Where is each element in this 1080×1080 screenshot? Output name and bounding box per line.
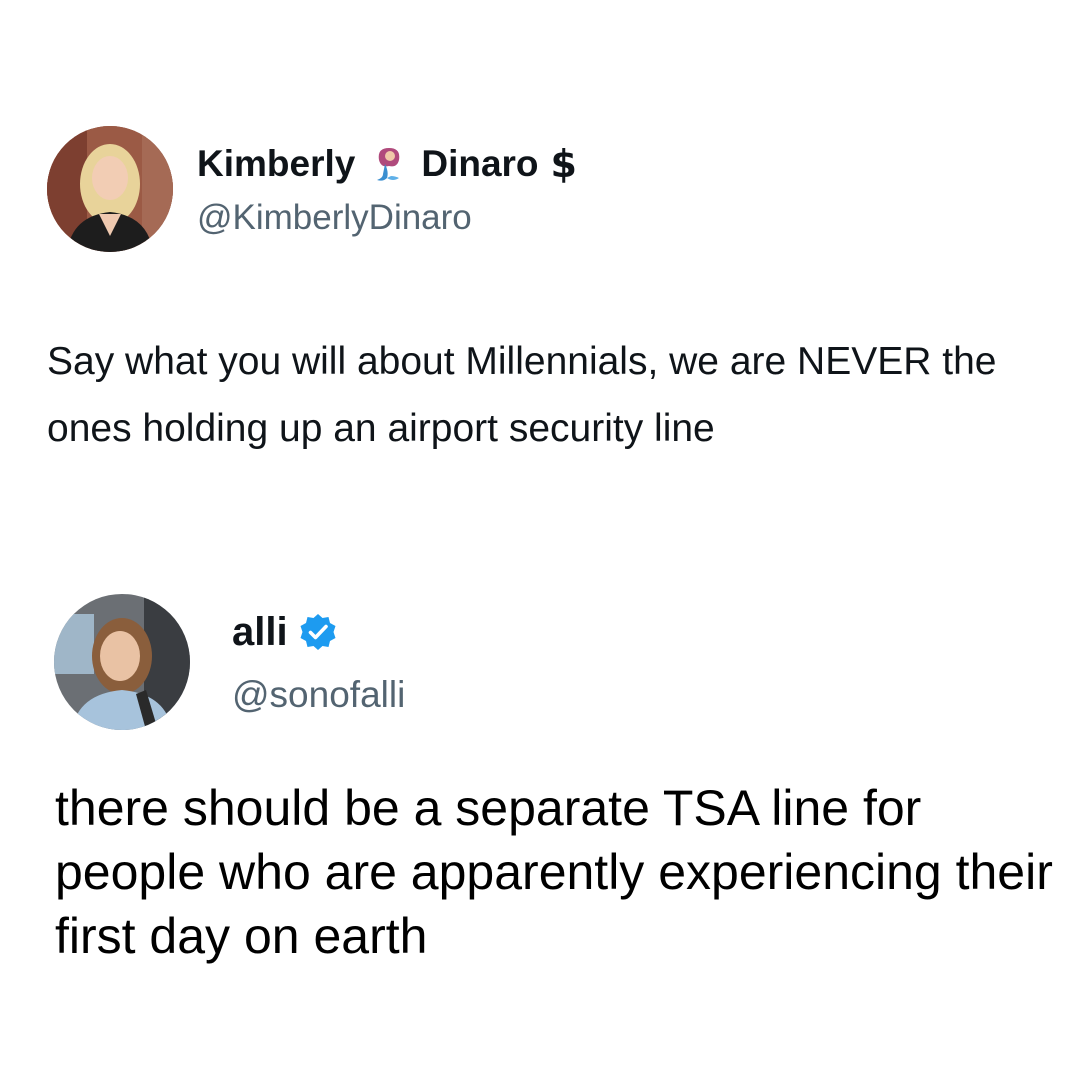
mermaid-emoji-icon bbox=[367, 142, 411, 186]
avatar[interactable] bbox=[47, 126, 173, 252]
display-name-text: alli bbox=[232, 609, 288, 654]
display-name-last: Dinaro bbox=[421, 143, 539, 184]
display-name[interactable]: Kimberly Dinaro $ bbox=[197, 142, 577, 186]
dollar-sign-icon: $ bbox=[550, 142, 577, 186]
display-name[interactable]: alli bbox=[232, 608, 338, 656]
tweet-text: there should be a separate TSA line for … bbox=[55, 780, 1053, 964]
tweet-text: Say what you will about Millennials, we … bbox=[47, 340, 997, 450]
verified-badge-icon bbox=[298, 612, 338, 652]
avatar[interactable] bbox=[54, 594, 190, 730]
user-handle[interactable]: @sonofalli bbox=[232, 674, 405, 716]
page: Kimberly Dinaro $ @KimberlyDinaro Say wh… bbox=[0, 0, 1080, 1080]
display-name-first: Kimberly bbox=[197, 143, 356, 184]
user-handle[interactable]: @KimberlyDinaro bbox=[197, 198, 472, 238]
